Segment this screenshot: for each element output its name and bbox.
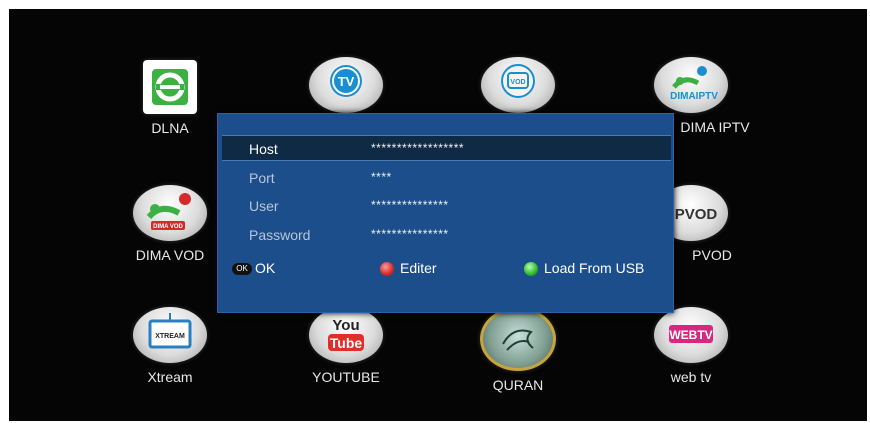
edit-button[interactable]: Editer bbox=[380, 260, 437, 280]
ok-label: OK bbox=[255, 260, 276, 276]
app-label: QURAN bbox=[492, 377, 544, 393]
app-label: web tv bbox=[670, 369, 712, 385]
user-label: User bbox=[249, 198, 279, 214]
app-dima-vod[interactable]: DIMA VOD DIMA VOD bbox=[105, 185, 235, 263]
web-tv-icon: WEBTV bbox=[654, 307, 728, 363]
ok-key-icon: OK bbox=[232, 263, 252, 276]
user-field-row[interactable]: User *************** bbox=[222, 193, 671, 217]
red-key-icon bbox=[380, 262, 394, 277]
web-tv-icon-text: WEBTV bbox=[669, 328, 712, 342]
app-quran[interactable]: QURAN bbox=[453, 307, 583, 393]
network-settings-dialog: Host ****************** Port **** User *… bbox=[217, 113, 674, 313]
quran-icon bbox=[480, 307, 556, 371]
host-value[interactable]: ****************** bbox=[371, 141, 464, 155]
port-label: Port bbox=[249, 170, 275, 186]
mi-vod-icon-text: VOD bbox=[510, 79, 525, 86]
dima-vod-icon-text: DIMA VOD bbox=[153, 224, 183, 230]
mi-tv-icon: TV bbox=[309, 57, 383, 113]
mi-vod-icon: VOD bbox=[481, 57, 555, 113]
password-value[interactable]: *************** bbox=[371, 227, 449, 241]
app-label: DIMA IPTV bbox=[680, 119, 750, 135]
host-label: Host bbox=[249, 141, 278, 157]
youtube-icon-bottom: Tube bbox=[330, 335, 363, 351]
xtream-icon-text: XTREAM bbox=[155, 333, 185, 340]
password-label: Password bbox=[249, 227, 311, 243]
load-from-usb-label: Load From USB bbox=[544, 260, 645, 276]
app-web-tv[interactable]: WEBTV web tv bbox=[626, 307, 756, 385]
dima-vod-icon: DIMA VOD bbox=[133, 185, 207, 241]
port-value[interactable]: **** bbox=[371, 170, 392, 184]
port-field-row[interactable]: Port **** bbox=[222, 165, 671, 189]
password-field-row[interactable]: Password *************** bbox=[222, 222, 671, 246]
youtube-icon: You Tube bbox=[309, 307, 383, 363]
app-label: DLNA bbox=[151, 120, 189, 136]
pvod-icon-text: PVOD bbox=[675, 206, 718, 223]
dima-iptv-icon-text: DIMAIPTV bbox=[670, 91, 718, 102]
green-key-icon bbox=[524, 262, 538, 277]
load-from-usb-button[interactable]: Load From USB bbox=[524, 260, 644, 280]
app-label: PVOD bbox=[692, 247, 732, 263]
host-field-row[interactable]: Host ****************** bbox=[222, 135, 671, 161]
app-mi-tv[interactable]: TV bbox=[281, 57, 411, 113]
dlna-icon bbox=[143, 60, 197, 114]
xtream-icon: XTREAM bbox=[133, 307, 207, 363]
app-youtube[interactable]: You Tube YOUTUBE bbox=[281, 307, 411, 385]
app-dlna[interactable]: DLNA bbox=[105, 60, 235, 136]
edit-label: Editer bbox=[400, 260, 437, 276]
dima-iptv-icon: DIMAIPTV bbox=[654, 57, 728, 113]
ok-button[interactable]: OK OK bbox=[232, 260, 275, 280]
app-label: DIMA VOD bbox=[135, 247, 205, 263]
youtube-icon-top: You bbox=[332, 317, 359, 334]
app-label: Xtream bbox=[147, 369, 193, 385]
tv-screen: DLNA TV VOD DIMAIPTV DIMA IPTV DIMA VOD … bbox=[9, 9, 867, 421]
app-label: YOUTUBE bbox=[312, 369, 380, 385]
mi-tv-icon-text: TV bbox=[338, 74, 355, 89]
user-value[interactable]: *************** bbox=[371, 198, 449, 212]
app-mi-vod[interactable]: VOD bbox=[453, 57, 583, 113]
app-xtream[interactable]: XTREAM Xtream bbox=[105, 307, 235, 385]
